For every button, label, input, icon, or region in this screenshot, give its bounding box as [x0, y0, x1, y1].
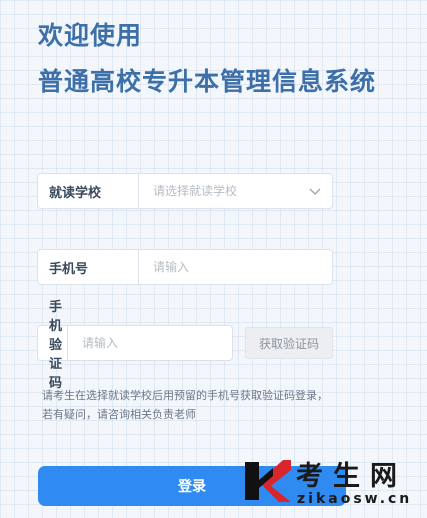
code-label: 手机验证码	[38, 300, 68, 391]
phone-input[interactable]	[139, 250, 332, 284]
hint-line-2: 若有疑问，请咨询相关负责老师	[42, 408, 196, 421]
watermark-logo-icon	[245, 460, 291, 502]
watermark-name: 考生网	[296, 461, 407, 492]
phone-field[interactable]: 手机号	[37, 249, 333, 285]
school-select[interactable]: 就读学校	[37, 173, 333, 209]
school-label: 就读学校	[38, 174, 139, 208]
code-input[interactable]	[68, 326, 232, 360]
chevron-down-icon[interactable]	[308, 184, 322, 198]
code-field[interactable]: 手机验证码	[37, 300, 233, 391]
phone-label: 手机号	[38, 250, 139, 284]
get-code-button[interactable]: 获取验证码	[245, 327, 333, 359]
welcome-heading: 欢迎使用	[38, 21, 143, 50]
watermark-url: zikaosw.cn	[297, 491, 413, 507]
hint-line-1: 请考生在选择就读学校后用预留的手机号获取验证码登录，	[42, 389, 328, 402]
system-title: 普通高校专升本管理信息系统	[38, 67, 377, 96]
school-input[interactable]	[139, 174, 332, 208]
login-hint: 请考生在选择就读学校后用预留的手机号获取验证码登录， 若有疑问，请咨询相关负责老…	[42, 386, 372, 424]
